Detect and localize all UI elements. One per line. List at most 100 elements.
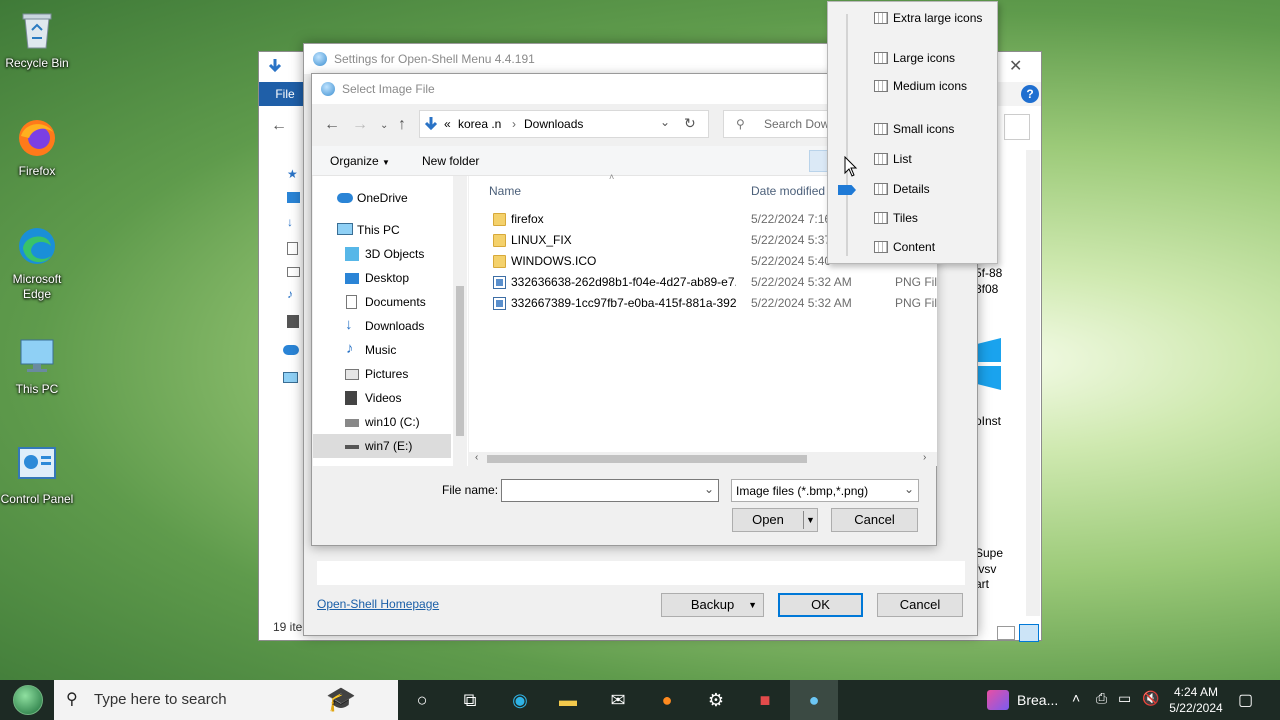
- view-slider-thumb[interactable]: [838, 185, 856, 195]
- nav-item-videos[interactable]: Videos: [313, 386, 453, 410]
- up-button[interactable]: ↑: [398, 116, 406, 134]
- chevron-down-icon[interactable]: ⌄: [704, 482, 714, 496]
- organize-button[interactable]: Organize ▼: [330, 154, 390, 168]
- task-view-icon[interactable]: ⧉: [446, 680, 494, 720]
- nav-item-this-pc[interactable]: This PC: [313, 218, 453, 242]
- dropdown-arrow-icon[interactable]: ▼: [806, 509, 815, 531]
- change-view-button[interactable]: [809, 150, 829, 172]
- search-box-back[interactable]: [1004, 114, 1030, 140]
- desktop-icon-this-pc[interactable]: This PC: [0, 334, 74, 397]
- firefox-taskbar-icon[interactable]: ●: [643, 680, 691, 720]
- large-icons-view-icon[interactable]: [1019, 624, 1039, 642]
- nav-item-downloads[interactable]: ↓ Downloads: [313, 314, 453, 338]
- ok-button[interactable]: OK: [778, 593, 863, 617]
- desktop-icon-firefox[interactable]: Firefox: [0, 116, 74, 179]
- chevron-right-icon: ›: [512, 117, 516, 131]
- break-app-icon[interactable]: [987, 690, 1009, 710]
- desktop-icon-edge[interactable]: Microsoft Edge: [0, 224, 74, 302]
- view-option-large-icons[interactable]: Large icons: [868, 47, 996, 69]
- backup-button[interactable]: Backup ▼: [661, 593, 764, 617]
- open-label: Open: [752, 512, 784, 527]
- settings-cancel-button[interactable]: Cancel: [877, 593, 963, 617]
- help-icon[interactable]: ?: [1021, 85, 1039, 103]
- nav-item-3d-objects[interactable]: 3D Objects: [313, 242, 453, 266]
- music-icon: ♪: [346, 340, 354, 357]
- tray-app-label[interactable]: Brea...: [1017, 692, 1058, 708]
- search-icon: ⚲: [736, 117, 745, 131]
- breadcrumb-item[interactable]: korea .n: [458, 117, 501, 131]
- notifications-icon[interactable]: ▢: [1238, 690, 1253, 710]
- close-icon[interactable]: ✕: [1009, 56, 1022, 76]
- refresh-icon[interactable]: ↻: [684, 115, 696, 132]
- view-option-label: List: [893, 152, 912, 166]
- chevron-down-icon[interactable]: ⌄: [660, 115, 670, 129]
- view-option-medium-icons[interactable]: Medium icons: [868, 75, 996, 97]
- view-option-content[interactable]: Content: [868, 236, 996, 258]
- new-folder-button[interactable]: New folder: [422, 154, 479, 168]
- start-button[interactable]: [4, 680, 52, 720]
- nav-item-win10-c[interactable]: win10 (C:): [313, 410, 453, 434]
- open-shell-icon: [321, 82, 335, 96]
- address-bar[interactable]: « korea .n › Downloads ⌄ ↻: [419, 110, 709, 138]
- device-icon[interactable]: ⎙: [1096, 690, 1107, 707]
- nav-item-onedrive[interactable]: OneDrive: [313, 186, 453, 210]
- column-header-name[interactable]: Name: [489, 184, 521, 198]
- open-shell-taskbar-icon[interactable]: ●: [790, 680, 838, 720]
- cortana-icon[interactable]: ○: [398, 680, 446, 720]
- clock[interactable]: 4:24 AM 5/22/2024: [1166, 684, 1226, 716]
- scrollbar-thumb[interactable]: [456, 286, 464, 436]
- download-icon: ↓: [345, 316, 353, 333]
- file-row[interactable]: 332636638-262d98b1-f04e-4d27-ab89-e7... …: [477, 272, 937, 293]
- forward-button[interactable]: →: [352, 116, 368, 134]
- nav-item-documents[interactable]: Documents: [313, 290, 453, 314]
- scrollbar-thumb[interactable]: [487, 455, 807, 463]
- taskbar-search-input[interactable]: ⚲ Type here to search 🎓: [54, 680, 398, 720]
- scroll-left-icon[interactable]: ‹: [475, 452, 478, 463]
- edge-taskbar-icon[interactable]: ◉: [496, 680, 544, 720]
- view-slider-track[interactable]: [846, 14, 848, 256]
- file-type-select[interactable]: Image files (*.bmp,*.png) ⌄: [731, 479, 919, 502]
- back-button[interactable]: ←: [324, 116, 340, 134]
- details-view-icon[interactable]: [997, 626, 1015, 640]
- open-button[interactable]: Open ▼: [732, 508, 818, 532]
- view-extra-large-icon: [874, 12, 888, 24]
- view-option-small-icons[interactable]: Small icons: [868, 118, 996, 140]
- nav-item-music[interactable]: ♪ Music: [313, 338, 453, 362]
- file-row[interactable]: 332667389-1cc97fb7-e0ba-415f-881a-392...…: [477, 293, 937, 314]
- filename-input[interactable]: ⌄: [501, 479, 719, 502]
- recent-locations-button[interactable]: ⌄: [380, 120, 388, 131]
- column-header-date[interactable]: Date modified: [751, 184, 825, 198]
- file-explorer-taskbar-icon[interactable]: ▬: [544, 680, 592, 720]
- mail-taskbar-icon[interactable]: ✉: [594, 680, 642, 720]
- horizontal-scrollbar[interactable]: ‹ ›: [469, 452, 937, 466]
- back-arrow-icon[interactable]: ←: [271, 117, 287, 135]
- nav-scrollbar[interactable]: [453, 176, 467, 466]
- network-icon[interactable]: ▭: [1118, 690, 1131, 707]
- scroll-right-icon[interactable]: ›: [923, 452, 926, 463]
- app-taskbar-icon[interactable]: ■: [741, 680, 789, 720]
- view-option-list[interactable]: List: [868, 148, 996, 170]
- nav-item-desktop[interactable]: Desktop: [313, 266, 453, 290]
- dropdown-arrow-icon: ▼: [748, 600, 757, 610]
- nav-item-label: This PC: [357, 223, 400, 237]
- volume-muted-icon[interactable]: 🔇: [1142, 690, 1159, 707]
- view-option-label: Extra large icons: [893, 11, 983, 25]
- nav-item-win7-e[interactable]: win7 (E:): [313, 434, 451, 458]
- view-option-details[interactable]: Details: [868, 178, 996, 200]
- item-text: fvsv: [975, 562, 997, 576]
- desktop-icon-control-panel[interactable]: Control Panel: [0, 444, 74, 507]
- breadcrumb-overflow[interactable]: «: [444, 117, 451, 131]
- desktop-icon-label: Recycle Bin: [5, 56, 69, 70]
- desktop-icon-recycle-bin[interactable]: Recycle Bin: [0, 8, 74, 71]
- download-icon: [267, 58, 283, 74]
- homepage-link[interactable]: Open-Shell Homepage: [317, 597, 439, 611]
- scrollbar[interactable]: [1026, 150, 1040, 616]
- chevron-up-icon[interactable]: ˄: [1072, 690, 1080, 706]
- file-cancel-button[interactable]: Cancel: [831, 508, 918, 532]
- nav-item-pictures[interactable]: Pictures: [313, 362, 453, 386]
- breadcrumb-item[interactable]: Downloads: [524, 117, 583, 131]
- view-option-tiles[interactable]: Tiles: [868, 207, 996, 229]
- view-option-extra-large-icons[interactable]: Extra large icons: [868, 7, 996, 29]
- file-dialog-title-text: Select Image File: [342, 82, 435, 96]
- settings-gear-icon[interactable]: ⚙: [692, 680, 740, 720]
